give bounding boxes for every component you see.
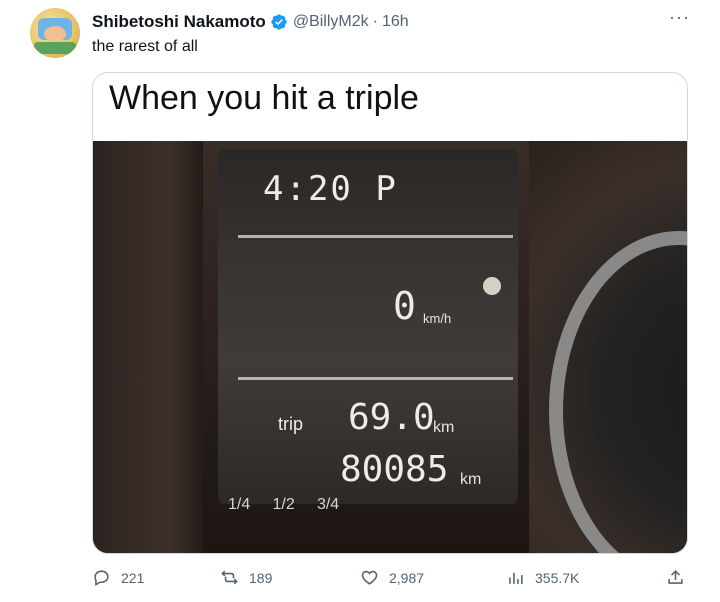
odometer-unit: km xyxy=(460,471,482,488)
like-count: 2,987 xyxy=(389,569,425,586)
share-button[interactable] xyxy=(666,568,695,587)
odometer-readout: 80085 xyxy=(340,449,449,490)
repost-button[interactable]: 189 xyxy=(220,568,272,587)
views-count: 355.7K xyxy=(535,569,580,586)
trip-readout: 69.0 xyxy=(348,397,435,438)
image-caption: When you hit a triple xyxy=(109,79,419,117)
action-bar: 221 189 2,987 355.7K xyxy=(92,562,692,592)
more-options-icon[interactable]: ··· xyxy=(669,8,690,26)
views-button[interactable]: 355.7K xyxy=(506,568,579,587)
like-button[interactable]: 2,987 xyxy=(360,568,424,587)
tweet: Shibetoshi Nakamoto @BillyM2k · 16h ··· … xyxy=(0,0,720,602)
reply-icon xyxy=(94,570,109,587)
clock-readout: 4:20 P xyxy=(263,169,398,209)
reply-count: 221 xyxy=(121,569,145,586)
repost-icon xyxy=(221,570,238,585)
trip-unit: km xyxy=(433,419,455,436)
reply-button[interactable]: 221 xyxy=(92,568,144,587)
bluetooth-icon xyxy=(483,277,501,295)
fuel-gauge-marks: 1/4 1/2 3/4 xyxy=(228,496,340,513)
views-chart-icon xyxy=(509,572,523,584)
trip-label: trip xyxy=(278,414,304,434)
speed-readout: 0 xyxy=(393,284,416,328)
speed-unit: km/h xyxy=(423,311,452,326)
dashboard-photo: 4:20 P 0 km/h trip 69.0 km 80085 km 1/4 … xyxy=(93,141,687,553)
dashboard-display: 4:20 P 0 km/h trip 69.0 km 80085 km xyxy=(218,149,518,504)
verified-badge-icon xyxy=(270,13,288,31)
repost-count: 189 xyxy=(249,569,273,586)
tweet-text: the rarest of all xyxy=(92,38,198,55)
separator-dot: · xyxy=(372,13,378,30)
author-handle[interactable]: @BillyM2k xyxy=(293,13,369,31)
tweet-timestamp[interactable]: 16h xyxy=(382,13,409,31)
author-name[interactable]: Shibetoshi Nakamoto xyxy=(92,12,266,32)
heart-icon xyxy=(361,570,378,585)
avatar[interactable] xyxy=(30,8,80,58)
tweet-media[interactable]: When you hit a triple 4:20 P 0 km/h trip… xyxy=(92,72,688,554)
tweet-header: Shibetoshi Nakamoto @BillyM2k · 16h xyxy=(92,12,409,32)
share-icon xyxy=(668,570,683,584)
